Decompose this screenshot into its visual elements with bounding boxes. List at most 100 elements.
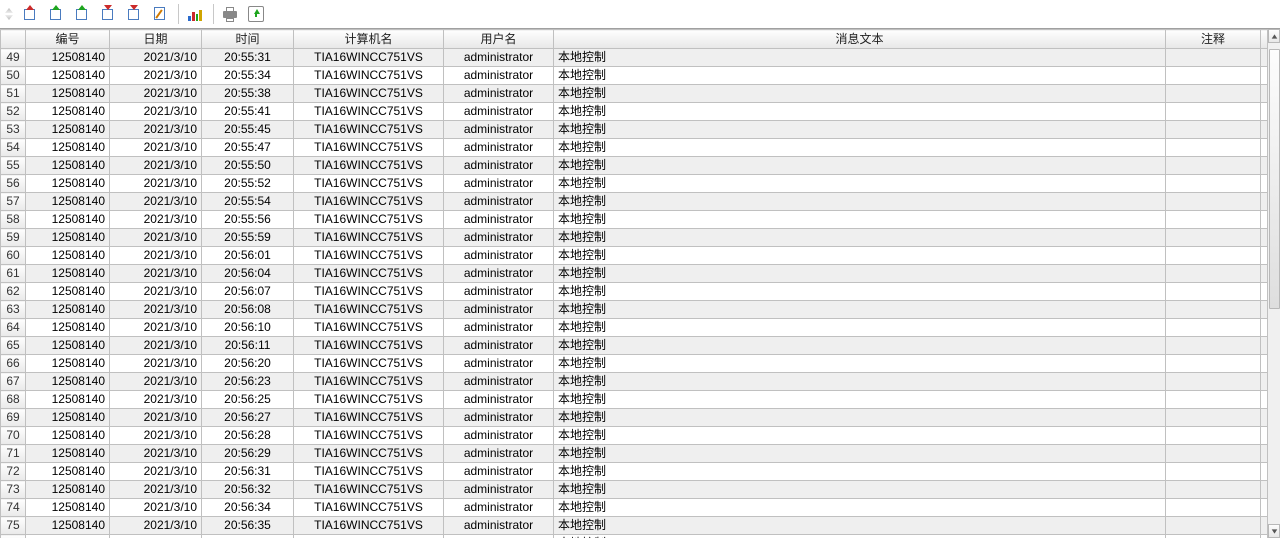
table-row[interactable]: 69125081402021/3/1020:56:27TIA16WINCC751… bbox=[1, 409, 1268, 427]
cell-computer: TIA16WINCC751VS bbox=[294, 283, 444, 301]
cell-note bbox=[1166, 157, 1261, 175]
print-icon[interactable] bbox=[218, 2, 242, 26]
col-header-date[interactable]: 日期 bbox=[110, 30, 202, 49]
cell-time: 20:55:34 bbox=[202, 67, 294, 85]
cell-note bbox=[1166, 535, 1261, 538]
cell-date: 2021/3/10 bbox=[110, 427, 202, 445]
toolbar-handle-icon[interactable] bbox=[4, 3, 14, 25]
table-row[interactable]: 52125081402021/3/1020:55:41TIA16WINCC751… bbox=[1, 103, 1268, 121]
cell-computer: TIA16WINCC751VS bbox=[294, 67, 444, 85]
table-row[interactable]: 54125081402021/3/1020:55:47TIA16WINCC751… bbox=[1, 139, 1268, 157]
row-header[interactable]: 55 bbox=[1, 157, 26, 175]
row-header[interactable]: 56 bbox=[1, 175, 26, 193]
table-row[interactable]: 51125081402021/3/1020:55:38TIA16WINCC751… bbox=[1, 85, 1268, 103]
row-header[interactable]: 71 bbox=[1, 445, 26, 463]
cell-date: 2021/3/10 bbox=[110, 481, 202, 499]
row-header[interactable]: 64 bbox=[1, 319, 26, 337]
export-all-icon[interactable] bbox=[122, 2, 146, 26]
table-row[interactable]: 75125081402021/3/1020:56:35TIA16WINCC751… bbox=[1, 517, 1268, 535]
cell-user: administrator bbox=[444, 175, 554, 193]
row-header[interactable]: 72 bbox=[1, 463, 26, 481]
table-row[interactable]: 67125081402021/3/1020:56:23TIA16WINCC751… bbox=[1, 373, 1268, 391]
export-up-icon[interactable] bbox=[70, 2, 94, 26]
cell-id: 12508140 bbox=[26, 283, 110, 301]
export-file-icon[interactable] bbox=[244, 2, 268, 26]
col-header-id[interactable]: 编号 bbox=[26, 30, 110, 49]
row-header[interactable]: 54 bbox=[1, 139, 26, 157]
row-header[interactable]: 50 bbox=[1, 67, 26, 85]
import-sheet-icon[interactable] bbox=[18, 2, 42, 26]
table-row[interactable]: 58125081402021/3/1020:55:56TIA16WINCC751… bbox=[1, 211, 1268, 229]
cell-msg: 本地控制 bbox=[554, 211, 1166, 229]
row-header[interactable]: 61 bbox=[1, 265, 26, 283]
row-header[interactable]: 62 bbox=[1, 283, 26, 301]
row-header[interactable]: 51 bbox=[1, 85, 26, 103]
cell-date: 2021/3/10 bbox=[110, 49, 202, 67]
col-header-note[interactable]: 注释 bbox=[1166, 30, 1261, 49]
chart-icon[interactable] bbox=[183, 2, 207, 26]
table-row[interactable]: 56125081402021/3/1020:55:52TIA16WINCC751… bbox=[1, 175, 1268, 193]
col-header-msg[interactable]: 消息文本 bbox=[554, 30, 1166, 49]
table-row[interactable]: 59125081402021/3/1020:55:59TIA16WINCC751… bbox=[1, 229, 1268, 247]
cell-note bbox=[1166, 517, 1261, 535]
col-header-time[interactable]: 时间 bbox=[202, 30, 294, 49]
table-row[interactable]: 53125081402021/3/1020:55:45TIA16WINCC751… bbox=[1, 121, 1268, 139]
col-header-computer[interactable]: 计算机名 bbox=[294, 30, 444, 49]
row-header[interactable]: 65 bbox=[1, 337, 26, 355]
table-row[interactable]: 55125081402021/3/1020:55:50TIA16WINCC751… bbox=[1, 157, 1268, 175]
row-header[interactable]: 69 bbox=[1, 409, 26, 427]
row-header[interactable]: 57 bbox=[1, 193, 26, 211]
cell-id: 12508140 bbox=[26, 517, 110, 535]
row-header[interactable]: 68 bbox=[1, 391, 26, 409]
row-header[interactable]: 70 bbox=[1, 427, 26, 445]
data-grid[interactable]: 编号日期时间计算机名用户名消息文本注释 49125081402021/3/102… bbox=[0, 29, 1267, 538]
row-header[interactable]: 75 bbox=[1, 517, 26, 535]
row-header[interactable]: 49 bbox=[1, 49, 26, 67]
row-header[interactable]: 53 bbox=[1, 121, 26, 139]
cell-user: administrator bbox=[444, 409, 554, 427]
row-header[interactable]: 76 bbox=[1, 535, 26, 538]
table-row[interactable]: 72125081402021/3/1020:56:31TIA16WINCC751… bbox=[1, 463, 1268, 481]
row-header[interactable]: 58 bbox=[1, 211, 26, 229]
edit-sheet-icon[interactable] bbox=[148, 2, 172, 26]
scroll-up-button[interactable] bbox=[1268, 29, 1280, 43]
cell-date: 2021/3/10 bbox=[110, 139, 202, 157]
row-header[interactable]: 66 bbox=[1, 355, 26, 373]
row-header[interactable]: 73 bbox=[1, 481, 26, 499]
table-row[interactable]: 71125081402021/3/1020:56:29TIA16WINCC751… bbox=[1, 445, 1268, 463]
row-header[interactable]: 63 bbox=[1, 301, 26, 319]
table-row[interactable]: 66125081402021/3/1020:56:20TIA16WINCC751… bbox=[1, 355, 1268, 373]
cell-id: 12508140 bbox=[26, 535, 110, 538]
scroll-down-button[interactable] bbox=[1268, 524, 1280, 538]
scroll-thumb[interactable] bbox=[1269, 49, 1280, 309]
table-row[interactable]: 60125081402021/3/1020:56:01TIA16WINCC751… bbox=[1, 247, 1268, 265]
cell-user: administrator bbox=[444, 103, 554, 121]
row-header[interactable]: 67 bbox=[1, 373, 26, 391]
table-row[interactable]: 74125081402021/3/1020:56:34TIA16WINCC751… bbox=[1, 499, 1268, 517]
row-header[interactable]: 60 bbox=[1, 247, 26, 265]
row-header[interactable]: 59 bbox=[1, 229, 26, 247]
vertical-scrollbar[interactable] bbox=[1267, 29, 1280, 538]
table-row[interactable]: 61125081402021/3/1020:56:04TIA16WINCC751… bbox=[1, 265, 1268, 283]
cell-computer: TIA16WINCC751VS bbox=[294, 355, 444, 373]
col-header-user[interactable]: 用户名 bbox=[444, 30, 554, 49]
table-row[interactable]: 70125081402021/3/1020:56:28TIA16WINCC751… bbox=[1, 427, 1268, 445]
table-row[interactable]: 57125081402021/3/1020:55:54TIA16WINCC751… bbox=[1, 193, 1268, 211]
table-row[interactable]: 62125081402021/3/1020:56:07TIA16WINCC751… bbox=[1, 283, 1268, 301]
table-row[interactable]: 50125081402021/3/1020:55:34TIA16WINCC751… bbox=[1, 67, 1268, 85]
export-sheet-icon[interactable] bbox=[96, 2, 120, 26]
table-row[interactable]: 68125081402021/3/1020:56:25TIA16WINCC751… bbox=[1, 391, 1268, 409]
table-row[interactable]: 49125081402021/3/1020:55:31TIA16WINCC751… bbox=[1, 49, 1268, 67]
col-header-rownum[interactable] bbox=[1, 30, 26, 49]
row-header[interactable]: 74 bbox=[1, 499, 26, 517]
table-row[interactable]: 73125081402021/3/1020:56:32TIA16WINCC751… bbox=[1, 481, 1268, 499]
table-row[interactable]: 64125081402021/3/1020:56:10TIA16WINCC751… bbox=[1, 319, 1268, 337]
cell-date: 2021/3/10 bbox=[110, 445, 202, 463]
table-row[interactable]: 65125081402021/3/1020:56:11TIA16WINCC751… bbox=[1, 337, 1268, 355]
row-header[interactable]: 52 bbox=[1, 103, 26, 121]
table-row[interactable]: 63125081402021/3/1020:56:08TIA16WINCC751… bbox=[1, 301, 1268, 319]
table-row[interactable]: 76125081402021/3/1020:56:37TIA16WINCC751… bbox=[1, 535, 1268, 538]
cell-id: 12508140 bbox=[26, 427, 110, 445]
cell-time: 20:55:54 bbox=[202, 193, 294, 211]
import-all-icon[interactable] bbox=[44, 2, 68, 26]
